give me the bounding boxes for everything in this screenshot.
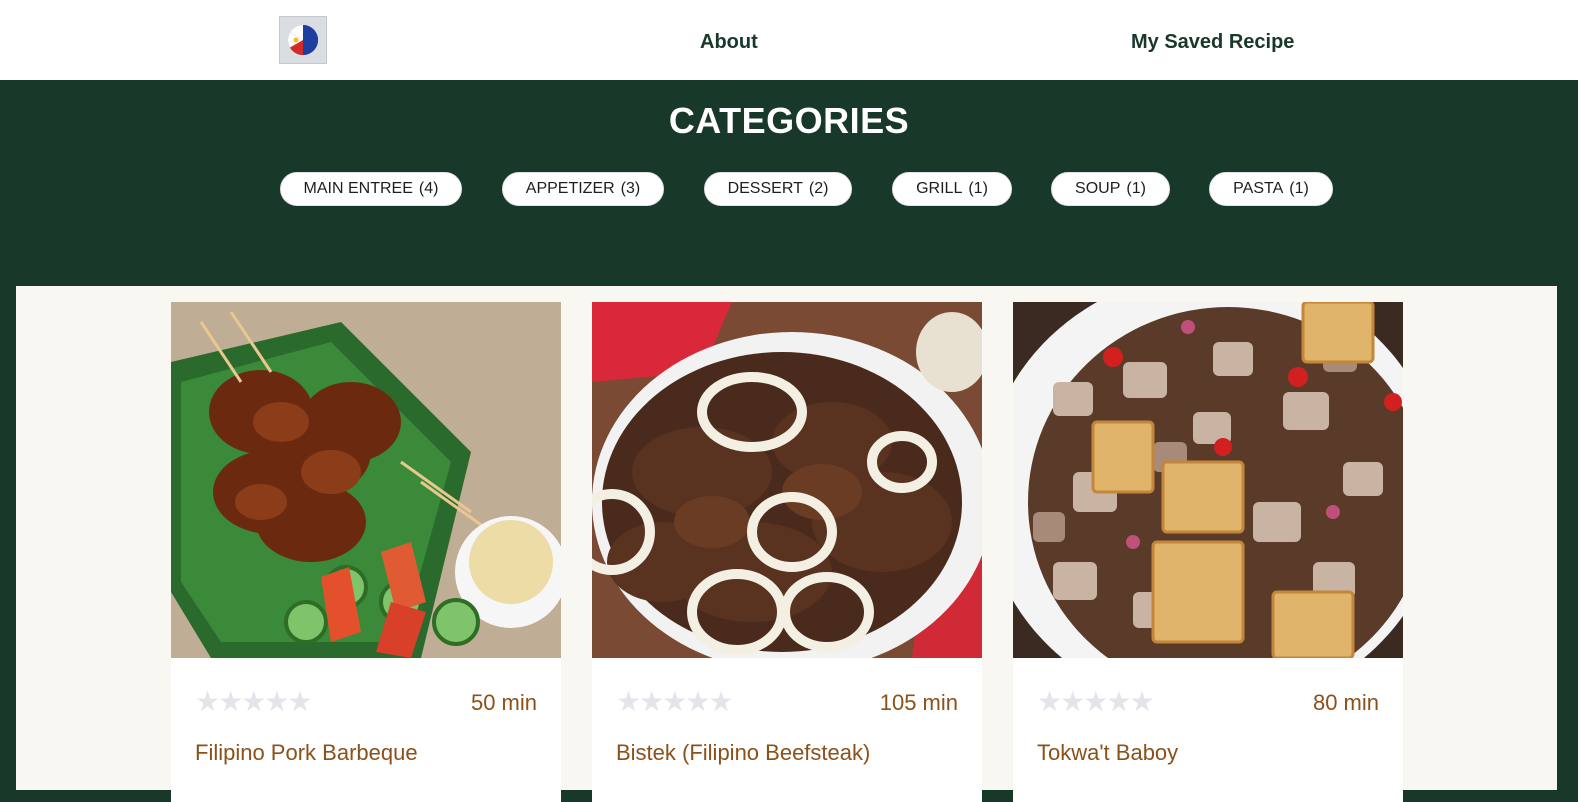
category-pill-main-entree[interactable]: MAIN ENTREE (4)	[280, 172, 462, 206]
cook-time: 105 min	[879, 690, 958, 715]
star-icon[interactable]: ★	[1083, 688, 1108, 716]
recipe-title[interactable]: Bistek (Filipino Beefsteak)	[616, 740, 870, 766]
recipe-card[interactable]: ★ ★ ★ ★ ★ 105 min Bistek (Filipino Beefs…	[592, 302, 982, 802]
recipe-title[interactable]: Tokwa't Baboy	[1037, 740, 1178, 766]
recipe-card[interactable]: ★ ★ ★ ★ ★ 50 min Filipino Pork Barbeque	[171, 302, 561, 802]
category-label: SOUP	[1075, 180, 1121, 197]
top-navigation: About My Saved Recipe	[0, 0, 1578, 80]
category-count: (3)	[620, 180, 641, 197]
category-label: MAIN ENTREE	[303, 180, 413, 197]
category-pill-grill[interactable]: GRILL (1)	[892, 172, 1012, 206]
cook-time: 80 min	[1312, 690, 1379, 715]
logo[interactable]	[279, 16, 327, 64]
tofu-and-pork-photo	[1013, 302, 1403, 658]
categories-heading: CATEGORIES	[668, 100, 910, 141]
cook-time: 50 min	[470, 690, 537, 715]
star-icon[interactable]: ★	[616, 688, 641, 716]
rating-stars[interactable]: ★ ★ ★ ★ ★	[616, 688, 734, 716]
category-pill-appetizer[interactable]: APPETIZER (3)	[502, 172, 664, 206]
category-label: DESSERT	[727, 180, 803, 197]
rating-stars[interactable]: ★ ★ ★ ★ ★	[1037, 688, 1155, 716]
star-icon[interactable]: ★	[218, 688, 243, 716]
pork-barbeque-skewers-photo	[171, 302, 561, 658]
category-count: (4)	[418, 180, 439, 197]
category-pill-soup[interactable]: SOUP (1)	[1051, 172, 1170, 206]
nav-saved-recipe-link[interactable]: My Saved Recipe	[1131, 30, 1294, 54]
category-pill-dessert[interactable]: DESSERT (2)	[704, 172, 852, 206]
star-icon[interactable]: ★	[1129, 688, 1154, 716]
star-icon[interactable]: ★	[685, 688, 710, 716]
nav-about-link[interactable]: About	[700, 30, 758, 54]
category-label: APPETIZER	[525, 180, 615, 197]
star-icon[interactable]: ★	[708, 688, 733, 716]
beefsteak-with-onion-rings-photo	[592, 302, 982, 658]
star-icon[interactable]: ★	[662, 688, 687, 716]
category-count: (1)	[1126, 180, 1146, 197]
star-icon[interactable]: ★	[639, 688, 664, 716]
rating-stars[interactable]: ★ ★ ★ ★ ★	[195, 688, 313, 716]
star-icon[interactable]: ★	[1060, 688, 1085, 716]
star-icon[interactable]: ★	[264, 688, 289, 716]
recipe-card[interactable]: ★ ★ ★ ★ ★ 80 min Tokwa't Baboy	[1013, 302, 1403, 802]
category-label: GRILL	[916, 180, 963, 197]
recipe-title[interactable]: Filipino Pork Barbeque	[195, 740, 418, 766]
category-count: (1)	[968, 180, 988, 197]
star-icon[interactable]: ★	[287, 688, 312, 716]
star-icon[interactable]: ★	[1037, 688, 1062, 716]
category-pill-pasta[interactable]: PASTA (1)	[1209, 172, 1333, 206]
star-icon[interactable]: ★	[241, 688, 266, 716]
recipe-grid: ★ ★ ★ ★ ★ 50 min Filipino Pork Barbeque	[16, 286, 1557, 802]
category-filter-list: MAIN ENTREE (4) APPETIZER (3) DESSERT (2) G…	[0, 172, 1578, 208]
category-label: PASTA	[1233, 180, 1284, 197]
philippine-flag-logo-icon	[287, 24, 318, 56]
star-icon[interactable]: ★	[1106, 688, 1131, 716]
category-count: (1)	[1289, 180, 1309, 197]
star-icon[interactable]: ★	[195, 688, 220, 716]
category-count: (2)	[808, 180, 829, 197]
